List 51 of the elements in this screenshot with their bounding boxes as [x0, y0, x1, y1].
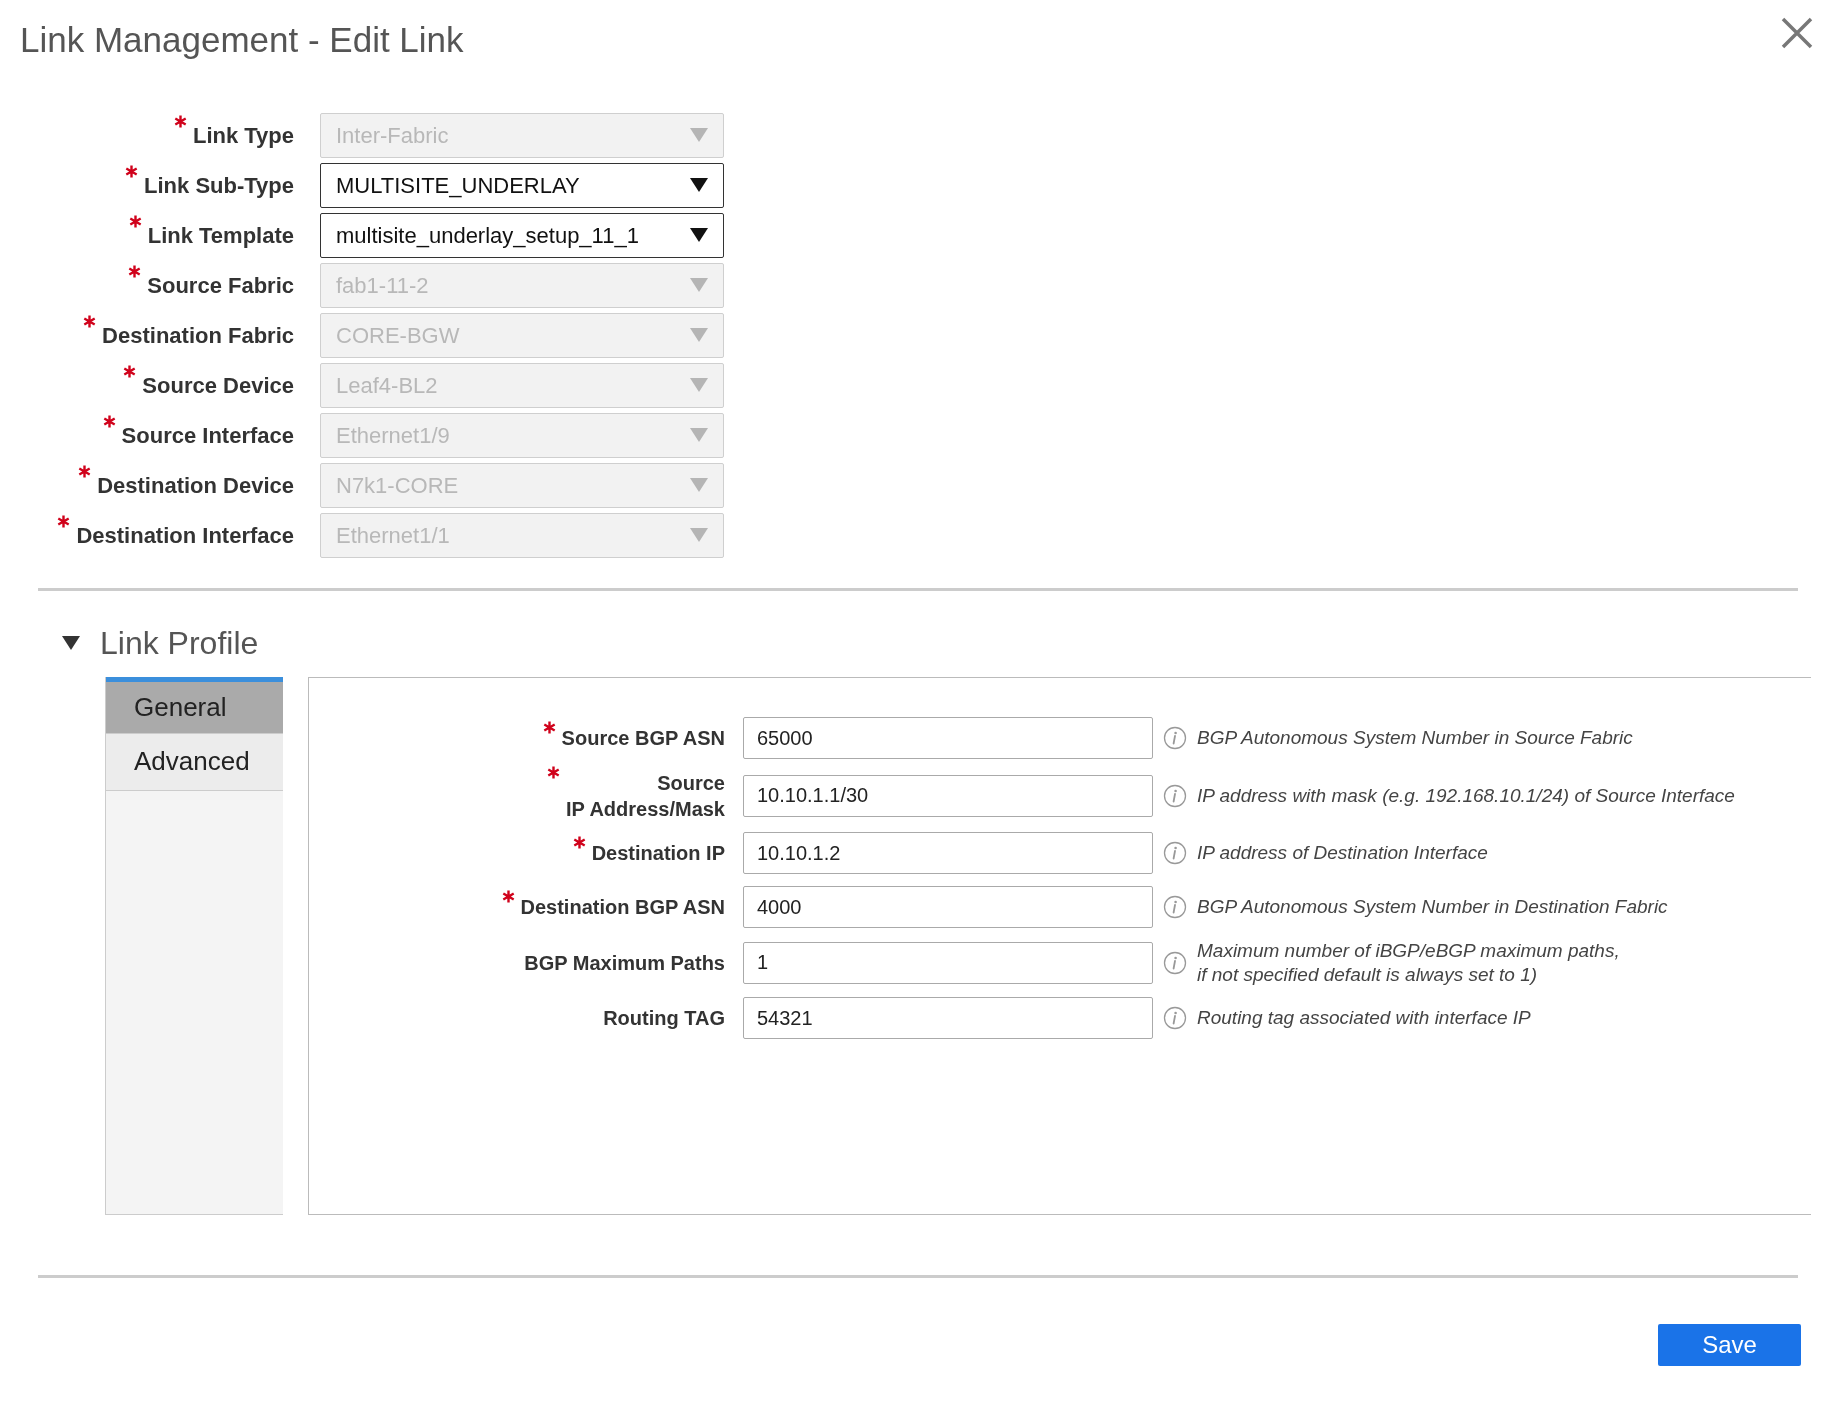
field-label: Source BGP ASN	[561, 726, 725, 751]
help-text: IP address with mask (e.g. 192.168.10.1/24) of Source Interface	[1197, 783, 1735, 808]
input-field[interactable]: 65000	[743, 717, 1153, 759]
field-label: Source Interface	[121, 421, 294, 450]
input-field[interactable]: 10.10.1.2	[743, 832, 1153, 874]
caret-icon	[690, 328, 708, 342]
field-label: Destination BGP ASN	[520, 895, 725, 920]
input-field[interactable]: 10.10.1.1/30	[743, 774, 1153, 817]
field-label: Source Fabric	[147, 271, 294, 300]
dropdown[interactable]: multisite_underlay_setup_11_1	[320, 212, 724, 258]
field-label: Routing TAG	[603, 1006, 725, 1031]
caret-icon	[690, 528, 708, 542]
dropdown[interactable]: MULTISITE_UNDERLAY	[320, 162, 724, 208]
help-text: Maximum number of iBGP/eBGP maximum paths, if not specified default is always set to 1)	[1197, 938, 1620, 987]
help-text: BGP Autonomous System Number in Destination Fabric	[1197, 895, 1668, 919]
info-icon	[1163, 1006, 1187, 1030]
collapse-toggle-icon[interactable]	[62, 635, 80, 650]
close-icon[interactable]	[1780, 16, 1814, 50]
help-text: IP address of Destination Interface	[1197, 841, 1488, 865]
field-label: Link Type	[192, 121, 294, 150]
caret-icon	[690, 478, 708, 492]
caret-icon	[690, 228, 708, 242]
caret-icon	[690, 128, 708, 142]
field-label: Destination Device	[97, 471, 294, 500]
info-icon	[1163, 783, 1187, 808]
field-label: BGP Maximum Paths	[524, 950, 725, 976]
save-button[interactable]: Save	[1658, 1323, 1801, 1366]
caret-icon	[690, 428, 708, 442]
dialog-title: Link Management - Edit Link	[20, 19, 464, 61]
info-icon	[1163, 950, 1187, 975]
input-field[interactable]: 4000	[743, 886, 1153, 928]
field-label: Source IP Address/Mask	[566, 770, 725, 822]
field-label: Destination Interface	[76, 521, 294, 550]
help-text: Routing tag associated with interface IP	[1197, 1006, 1531, 1030]
tab[interactable]: Advanced	[106, 733, 283, 791]
field-label: Destination IP	[591, 841, 725, 866]
caret-icon	[690, 378, 708, 392]
section-title: Link Profile	[100, 623, 259, 663]
input-field[interactable]: 54321	[743, 997, 1153, 1039]
info-icon	[1163, 895, 1187, 919]
tab[interactable]: General	[106, 676, 283, 734]
info-icon	[1163, 726, 1187, 750]
input-field[interactable]: 1	[743, 941, 1153, 984]
field-label: Link Sub-Type	[144, 171, 294, 200]
field-label: Source Device	[142, 371, 294, 400]
info-icon	[1163, 841, 1187, 865]
help-text: BGP Autonomous System Number in Source Fabric	[1197, 726, 1633, 750]
field-label: Destination Fabric	[102, 321, 294, 350]
caret-icon	[690, 178, 708, 192]
field-label: Link Template	[147, 221, 294, 250]
caret-icon	[690, 278, 708, 292]
